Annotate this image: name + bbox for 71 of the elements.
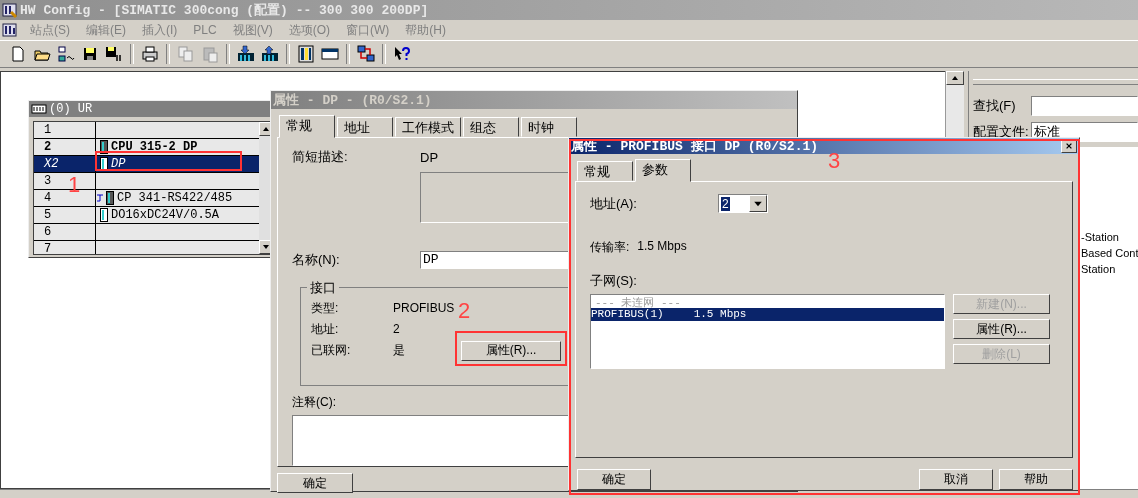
catalog-item[interactable]: -Station [1081,231,1138,247]
slot-number[interactable]: 5 [44,208,52,222]
slot-number[interactable]: 4 [44,191,52,205]
address-dropdown[interactable]: 2 [718,194,768,213]
help-icon[interactable] [393,45,411,63]
step-number: 3 [828,148,841,174]
dialog-title: 属性 - DP - (R0/S2.1) [273,92,432,109]
field-label: 子网(S): [590,272,638,290]
field-value: 是 [393,341,405,359]
field-label: 简短描述: [292,148,349,166]
subnet-button[interactable]: 属性(R)... [953,319,1050,339]
properties-button[interactable]: 属性(R)... [461,340,561,361]
rack-title: (0) UR [49,102,93,116]
short-description: DP [420,149,439,165]
module-name[interactable]: DO16xDC24V/0.5A [111,208,220,222]
search-field[interactable] [1031,96,1138,116]
save-icon[interactable] [81,45,99,63]
subnet-item[interactable]: PROFIBUS(1) 1.5 Mbps [591,308,944,321]
tab[interactable]: 常规 [577,161,633,181]
slot-number[interactable]: 2 [44,140,52,154]
tab[interactable]: 时钟 [521,117,577,137]
field-label: 已联网: [311,341,352,359]
panel-icon[interactable] [321,45,339,63]
ok-button[interactable]: 确定 [577,469,651,490]
new-file-icon[interactable] [9,45,27,63]
slot-number[interactable]: X2 [44,157,59,171]
field-label: 地址(A): [590,194,638,213]
tab[interactable]: 工作模式 [395,117,461,137]
field-value: PROFIBUS [393,301,455,316]
download-icon[interactable] [237,45,255,63]
connector-icon [97,192,103,204]
scroll-up-icon[interactable] [946,71,964,85]
catalog-item[interactable]: Based Cont [1081,247,1138,263]
slot-number[interactable]: 3 [44,174,52,188]
field-label: 注释(C): [292,394,337,412]
save-compile-icon[interactable] [105,45,123,63]
field-label: 类型: [311,299,340,317]
print-icon[interactable] [141,45,159,63]
rack-icon[interactable] [297,45,315,63]
slot-number[interactable]: 7 [44,242,52,254]
catalog-item[interactable]: Station [1081,263,1138,279]
slot-number[interactable]: 1 [44,123,52,137]
tab[interactable]: 参数 [635,159,691,182]
search-label: 查找(F) [973,97,1017,115]
ok-button[interactable]: 确定 [277,473,353,493]
group-title: 接口 [307,278,339,297]
profile-dropdown[interactable]: 标准 [1031,122,1138,142]
module-name[interactable]: CPU 315-2 DP [111,140,198,154]
field-label: 传输率: [590,239,630,256]
field-label: 名称(N): [292,250,341,269]
profile-label: 配置文件: [973,123,1030,141]
help-button[interactable]: 帮助 [999,469,1073,490]
window-title: HW Config - [SIMATIC 300cong (配置) -- 300 300 200DP] [20,2,429,19]
network-view-icon[interactable] [357,45,375,63]
module-name[interactable]: CP 341-RS422/485 [117,191,233,205]
field-value: 2 [393,322,400,337]
network-icon[interactable] [57,45,75,63]
document-icon [2,22,18,38]
app-icon [2,2,18,18]
close-icon[interactable] [1065,142,1073,150]
step-number: 2 [458,298,471,324]
module-name[interactable]: DP [111,157,126,171]
slot-number[interactable]: 6 [44,225,52,239]
rate-value: 1.5 Mbps [637,239,687,255]
tab[interactable]: 地址 [337,117,393,137]
upload-icon[interactable] [261,45,279,63]
tab[interactable]: 组态 [463,117,519,137]
cancel-button[interactable]: 取消 [919,469,993,490]
field-label: 地址: [311,320,340,338]
tab[interactable]: 常规 [279,115,335,138]
rack-icon [31,104,47,114]
